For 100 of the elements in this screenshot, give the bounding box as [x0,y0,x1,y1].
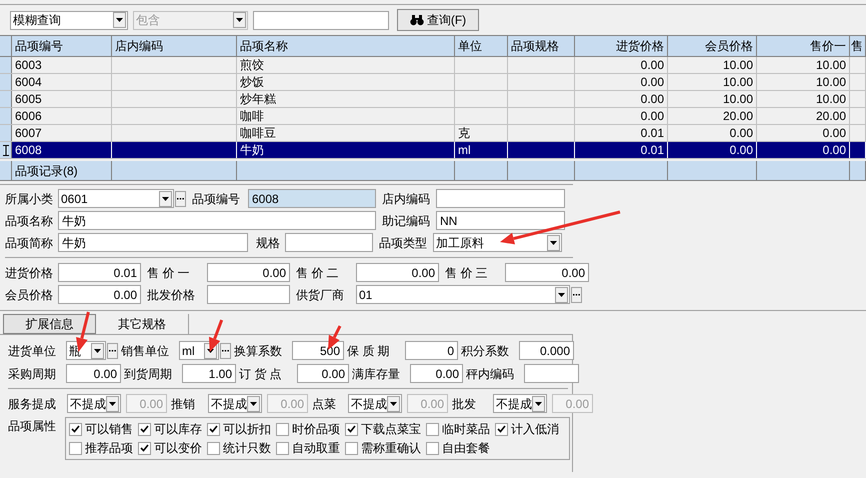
checkbox[interactable] [276,422,289,436]
column-header[interactable]: 品项规格 [508,36,575,56]
row-header[interactable] [0,142,12,158]
input-field[interactable]: 0.01 [58,263,141,282]
table-cell: 炒饭 [237,74,455,90]
field-label: 保 质 期 [347,342,391,360]
dropdown-field[interactable]: 模糊查询 [10,10,128,30]
input-field[interactable]: 1.00 [182,364,236,383]
field-label: 服务提成 [8,396,57,412]
dropdown-arrow-button[interactable] [91,342,104,358]
checkbox[interactable] [345,442,358,454]
checkbox-label: 需称重确认 [361,440,421,457]
checkbox-label: 可以变价 [154,440,202,457]
input-field[interactable]: 牛奶 [58,233,248,252]
table-cell: 咖啡 [237,108,455,124]
field-label: 规格 [255,234,281,252]
field-label: 品项名称 [5,212,54,230]
table-cell: 20.00 [757,108,850,124]
input-field[interactable] [285,233,373,252]
column-header[interactable]: 进货价格 [575,36,668,56]
table-cell: 10.00 [757,74,850,90]
ellipsis-button[interactable] [107,342,118,358]
field-label: 进货单位 [8,342,57,360]
dropdown-arrow-button[interactable] [387,396,400,412]
column-header[interactable]: 品项编号 [12,36,112,56]
input-field[interactable]: 0 [405,341,458,360]
field-label: 积分系数 [461,342,510,360]
checkbox[interactable] [138,442,151,454]
field-label: 满库存量 [352,366,401,382]
table-cell: 10.00 [668,91,757,107]
checkbox-label: 可以库存 [154,421,202,438]
caret-down-icon [162,196,169,200]
input-field[interactable]: 0.00 [66,364,121,383]
dropdown-arrow-button[interactable] [106,396,119,412]
ellipsis-button[interactable] [220,342,231,358]
checkbox-label: 可以折扣 [223,421,271,438]
input-field[interactable]: 0.000 [519,341,574,360]
input-field[interactable]: 0.00 [410,364,463,383]
search-field[interactable] [253,10,389,30]
dropdown-field[interactable]: 不提成 [348,394,402,413]
caret-down-icon [535,402,542,406]
dropdown-field[interactable]: 不提成 [208,394,262,413]
dropdown-field[interactable]: ml [179,341,219,360]
dropdown-arrow-button[interactable] [159,190,172,206]
tab[interactable]: 扩展信息 [3,314,96,334]
field-label: 换算系数 [234,342,283,360]
checkbox[interactable] [426,442,439,454]
input-field[interactable]: 0.00 [207,263,290,282]
record-count: 品项记录(8) [12,161,112,180]
input-field[interactable]: NN [436,211,565,230]
table-cell: 0.00 [575,108,668,124]
input-field[interactable]: 6008 [248,189,376,208]
column-header[interactable]: 会员价格 [668,36,757,56]
column-header[interactable]: 单位 [455,36,508,56]
input-field[interactable] [436,189,565,208]
dropdown-field[interactable]: 0601 [58,189,174,208]
dropdown-field[interactable]: 加工原料 [433,233,562,252]
table-cell: 炒年糕 [237,91,455,107]
column-header[interactable]: 品项名称 [237,36,455,56]
input-field[interactable]: 500 [292,341,344,360]
checkbox[interactable] [69,422,82,436]
checkbox-label: 统计只数 [223,440,271,457]
checkbox[interactable] [426,422,439,436]
ellipsis-button[interactable] [571,286,582,302]
field-label: 供货厂商 [296,286,345,304]
table-cell: 0.01 [575,125,668,141]
checkbox[interactable] [276,442,289,454]
dropdown-field[interactable]: 不提成 [67,394,121,413]
checkbox[interactable] [207,442,220,454]
field-label: 采购周期 [8,366,57,382]
input-field[interactable]: 0.00 [505,263,589,282]
dropdown-field[interactable]: 不提成 [493,394,547,413]
field-label: 订 货 点 [239,366,283,382]
input-field[interactable]: 0.00 [297,364,349,383]
checkbox[interactable] [345,422,358,436]
ellipsis-button[interactable] [175,190,186,206]
input-field[interactable]: 0.00 [356,263,439,282]
dropdown-arrow-button[interactable] [555,286,568,302]
input-field[interactable] [524,364,579,383]
checkbox[interactable] [138,422,151,436]
dropdown-arrow-button[interactable] [532,396,545,412]
column-header[interactable]: 店内编码 [112,36,237,56]
checkbox[interactable] [495,422,508,436]
dropdown-arrow-button[interactable] [247,396,260,412]
dropdown-arrow-button[interactable] [547,234,560,250]
table-cell: 0.00 [668,142,757,158]
input-field[interactable] [207,285,290,304]
search-button[interactable]: 查询(F) [397,9,479,31]
checkbox[interactable] [69,442,82,454]
input-field[interactable]: 0.00 [58,285,141,304]
field-label: 店内编码 [382,190,431,208]
dropdown-arrow-button[interactable] [113,12,126,28]
column-header[interactable]: 售价一 [757,36,850,56]
table-cell: 6004 [12,74,112,90]
column-header[interactable]: 售 [850,36,866,56]
input-field[interactable]: 牛奶 [58,211,376,230]
field-label: 会员价格 [5,286,54,304]
tab[interactable]: 其它规格 [96,314,189,334]
checkbox[interactable] [207,422,220,436]
dropdown-field[interactable]: 01 [356,285,570,304]
